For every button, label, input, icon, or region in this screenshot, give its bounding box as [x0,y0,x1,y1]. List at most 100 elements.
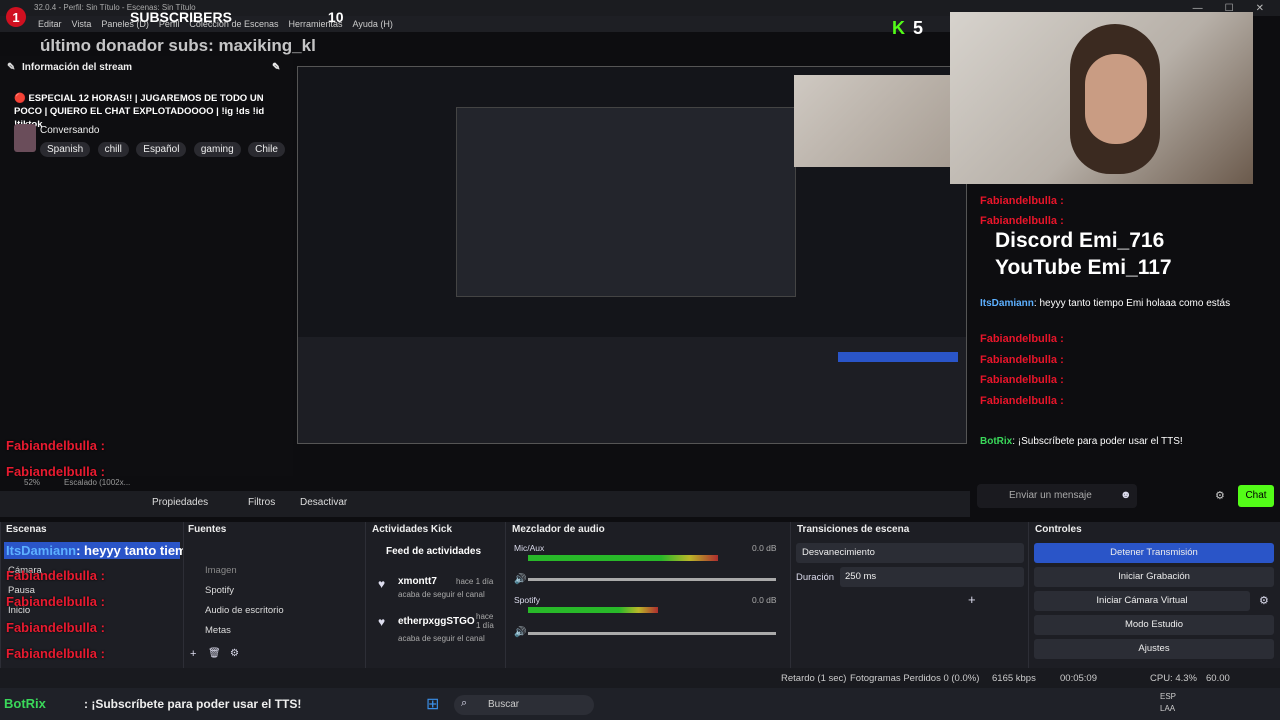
tag[interactable]: chill [97,142,129,157]
bot-text: : ¡Subscríbete para poder usar el TTS! [84,697,302,711]
transitions-title: Transiciones de escena [797,524,910,535]
bot-message: BotRix: ¡Subscríbete para poder usar el … [980,436,1183,447]
source-item[interactable]: Spotify [205,585,234,596]
chat-username: Fabiandelbulla : [980,374,1064,386]
heart-icon: ♥ [378,615,386,629]
chat-input[interactable]: Enviar un mensaje [977,484,1137,508]
overlay-chat-name: Fabiandelbulla : [6,620,105,635]
activity-time: hace 1 día [476,612,494,630]
sub-value: 10 [327,9,344,25]
subscriber-goal: 1 SUBSCRIBERS 10 [0,4,360,30]
overlay-chat-name: Fabiandelbulla : [6,594,105,609]
virtual-camera-button[interactable]: Iniciar Cámara Virtual [1034,591,1250,611]
start-recording-button[interactable]: Iniciar Grabación [1034,567,1274,587]
status-cpu: CPU: 4.3% [1150,673,1197,684]
activity-user: etherpxggSTGO [398,616,475,627]
youtube-label: YouTube Emi_117 [995,256,1172,279]
scale-label: Escalado (1002x... [64,478,131,487]
category-thumbnail [14,124,36,152]
gear-icon[interactable]: ⚙ [1259,594,1269,607]
mixer-channel-db: 0.0 dB [752,595,777,605]
overlay-chat-name: Fabiandelbulla : [6,438,105,453]
feed-label: Feed de actividades [386,546,482,557]
kick-logo-icon: K [892,18,905,38]
obs-preview[interactable] [297,66,967,444]
source-toolbar [0,491,970,517]
chat-message: ItsDamiann: heyyy tanto tiempo Emi holaa… [980,298,1231,309]
source-item[interactable]: Metas [205,625,231,636]
gear-icon[interactable]: ⚙ [230,648,239,659]
transition-select[interactable]: Desvanecimiento [796,543,1024,563]
status-bitrate: 6165 kbps [992,673,1036,684]
source-item[interactable]: Imagen [205,565,237,576]
mic-meter [528,555,718,561]
trash-icon[interactable]: 🗑 [208,648,221,659]
tag[interactable]: Spanish [40,142,91,157]
stream-tags: Spanish chill Español gaming Chile byk [40,139,290,157]
chat-username: Fabiandelbulla : [980,333,1064,345]
status-frames: Fotogramas Perdidos 0 (0.0%) [850,673,980,684]
add-source-icon[interactable]: + [190,648,196,660]
activity-user: xmontt7 [398,576,437,587]
zoom-level: 52% [24,478,41,487]
gear-icon[interactable]: ⚙ [1215,489,1225,502]
emoji-icon[interactable]: ☻ [1120,489,1132,501]
mixer-channel-name: Mic/Aux [514,543,545,553]
controls-title: Controles [1035,524,1082,535]
activity-action: acaba de seguir el canal [398,590,485,599]
last-donor-text: último donador subs: maxiking_kl [40,36,316,55]
mixer-channel-db: 0.0 dB [752,543,777,553]
chat-username: Fabiandelbulla : [980,215,1064,227]
mixer-title: Mezclador de audio [512,524,605,535]
kick-viewer-count: K5 [892,18,924,38]
activity-time: hace 1 día [456,577,494,586]
bot-name: BotRix [4,696,46,711]
speaker-icon[interactable]: 🔊 [514,627,526,638]
taskbar: BotRix : ¡Subscríbete para poder usar el… [0,688,1280,720]
spotify-volume-slider[interactable] [528,632,776,635]
status-fps: 60.00 [1206,673,1230,684]
deactivate-button[interactable]: Desactivar [300,497,347,508]
chat-send-button[interactable]: Chat [1238,485,1274,507]
search-icon: ⌕ [461,697,468,709]
settings-button[interactable]: Ajustes [1034,639,1274,659]
edit-icon: ✎ [7,62,16,73]
tag[interactable]: Chile [248,142,285,157]
taskbar-search[interactable]: Buscar [454,695,594,715]
heart-icon: ♥ [378,577,386,591]
sources-title: Fuentes [188,524,227,535]
overlay-chat-name: Fabiandelbulla : [6,646,105,661]
keyboard-language[interactable]: ESP [1160,692,1176,701]
sub-label: SUBSCRIBERS [130,9,232,25]
overlay-chat-name: Fabiandelbulla : [6,464,105,479]
source-item[interactable]: Audio de escritorio [205,605,284,616]
chat-username: Fabiandelbulla : [980,354,1064,366]
chat-username: Fabiandelbulla : [980,395,1064,407]
tag[interactable]: gaming [193,142,241,157]
discord-label: Discord Emi_716 [995,229,1165,252]
duration-input[interactable]: 250 ms [840,567,1024,587]
stream-category: Conversando [40,125,100,136]
tag[interactable]: Español [136,142,187,157]
filters-button[interactable]: Filtros [248,497,275,508]
audio-mixer-dock [505,522,790,668]
status-delay: Retardo (1 sec) [781,673,847,684]
pencil-icon[interactable]: ✎ [272,58,280,78]
mic-volume-slider[interactable] [528,578,776,581]
stop-streaming-button[interactable]: Detener Transmisión [1034,543,1274,563]
duration-label: Duración [796,572,835,583]
activity-action: acaba de seguir el canal [398,634,485,643]
windows-start-icon[interactable]: ⊞ [426,694,439,714]
sub-count-badge: 1 [6,7,26,27]
webcam-feed [950,12,1253,184]
close-icon[interactable]: ✕ [1256,3,1264,14]
studio-mode-button[interactable]: Modo Estudio [1034,615,1274,635]
properties-button[interactable]: Propiedades [152,497,208,508]
overlay-chat-name: Fabiandelbulla : [6,568,105,583]
status-time: 00:05:09 [1060,673,1097,684]
spotify-meter [528,607,658,613]
add-transition-icon[interactable]: + [968,592,976,607]
scenes-title: Escenas [6,524,47,535]
speaker-icon[interactable]: 🔊 [514,574,526,585]
kick-activity-title: Actividades Kick [372,524,453,535]
